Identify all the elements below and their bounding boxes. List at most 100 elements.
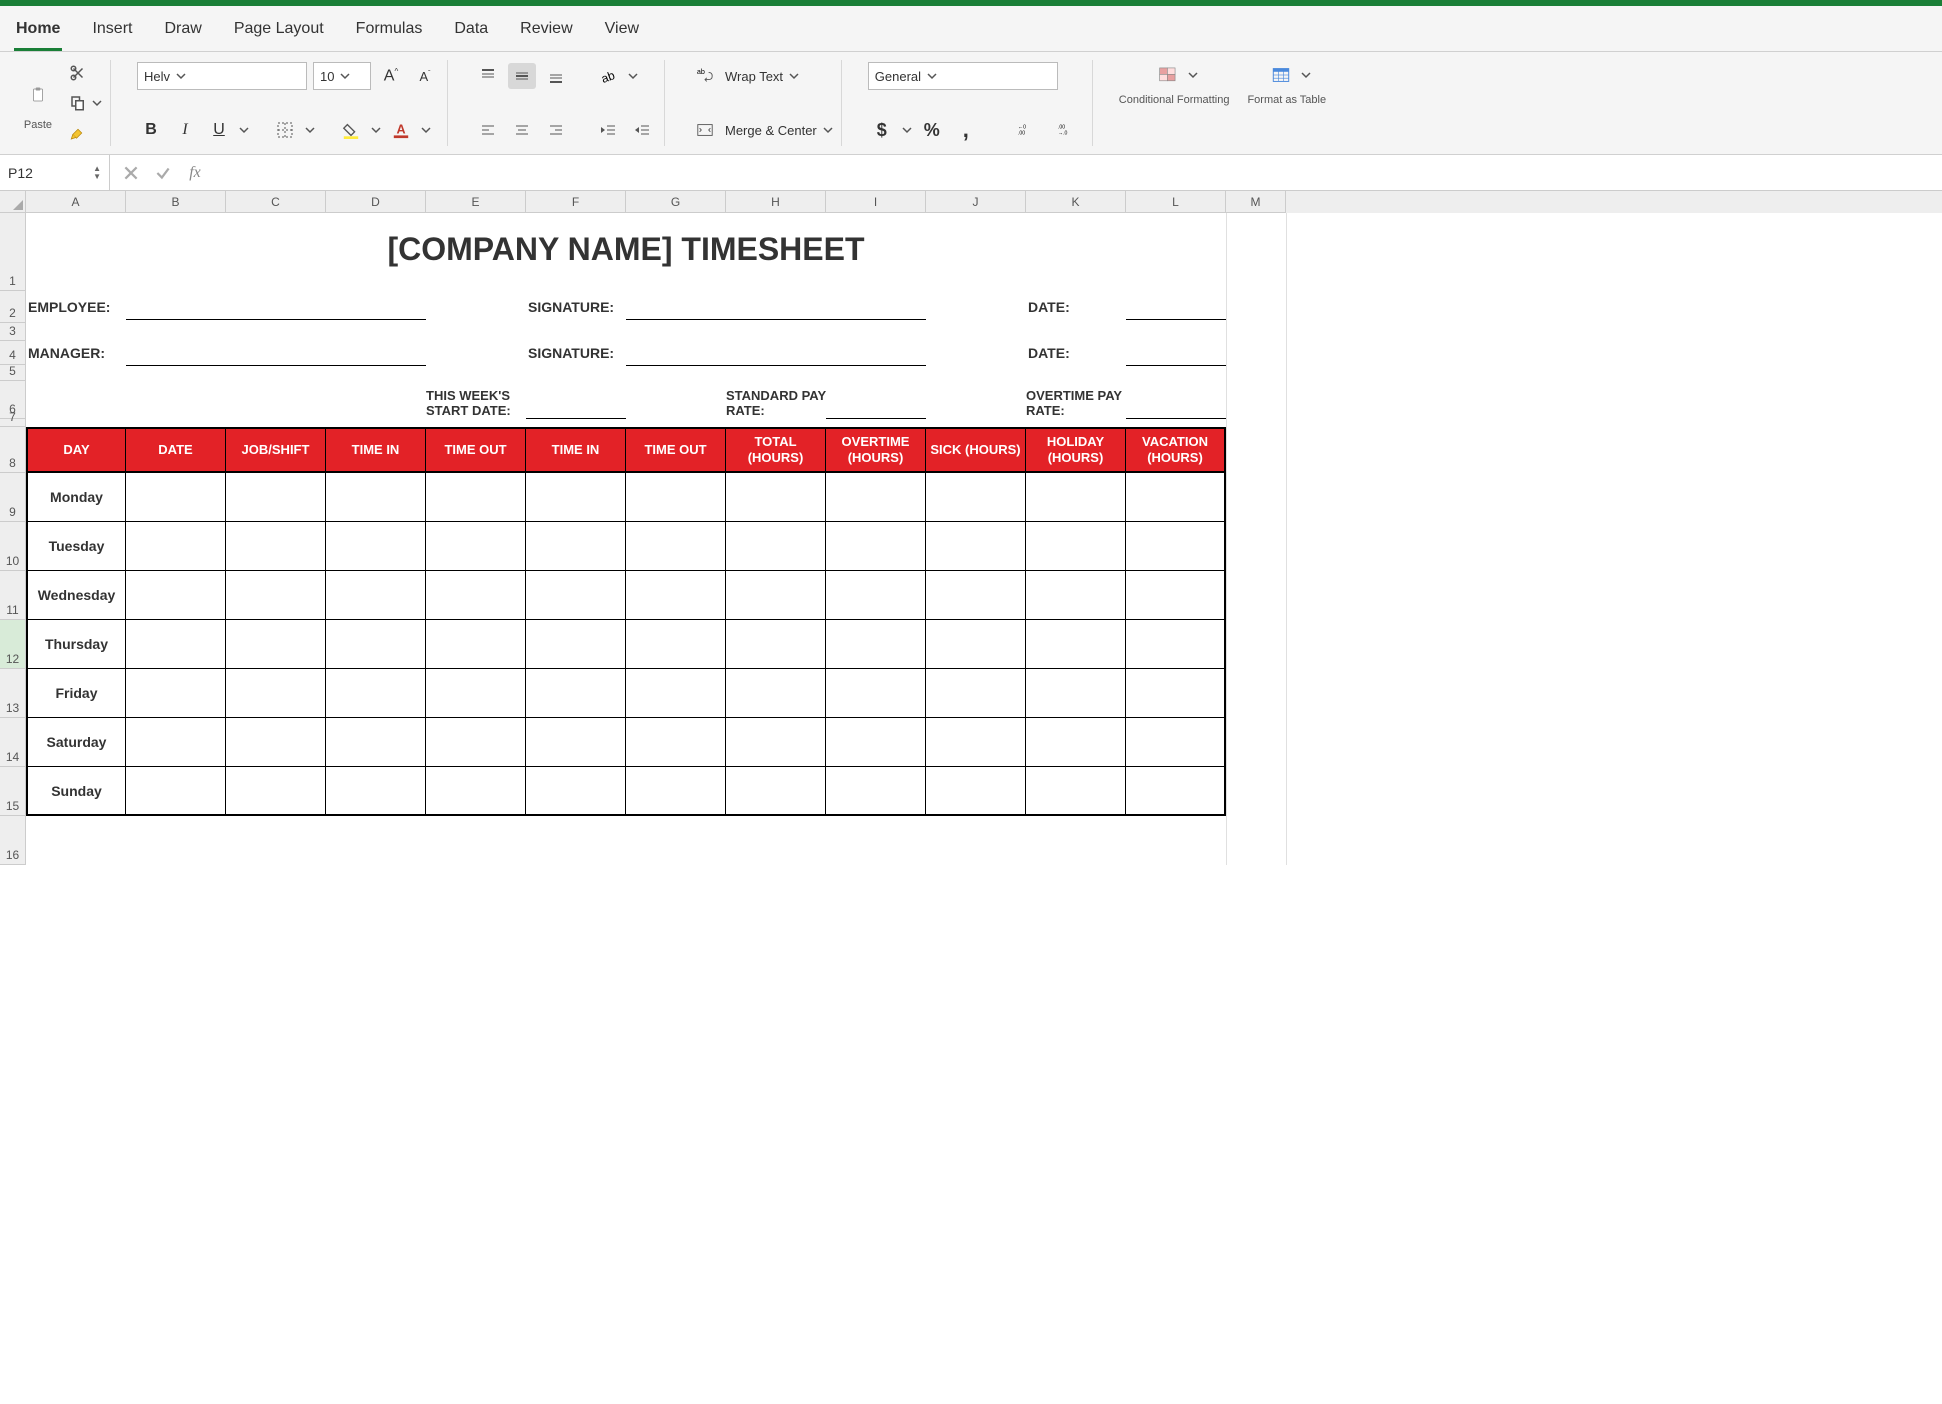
data-cell[interactable]	[1026, 473, 1126, 522]
accept-formula-button[interactable]	[152, 160, 174, 186]
fill-color-button[interactable]	[337, 117, 365, 143]
data-cell[interactable]	[226, 669, 326, 718]
mgr-signature-field[interactable]	[626, 340, 926, 366]
day-cell[interactable]: Tuesday	[26, 522, 126, 571]
sheet-body[interactable]: [COMPANY NAME] TIMESHEET EMPLOYEE: SIGNA…	[26, 213, 1942, 865]
row-header[interactable]: 7	[0, 419, 26, 427]
col-header[interactable]: H	[726, 191, 826, 213]
data-cell[interactable]	[326, 522, 426, 571]
col-header[interactable]: J	[926, 191, 1026, 213]
data-cell[interactable]	[1026, 718, 1126, 767]
data-cell[interactable]	[926, 767, 1026, 816]
increase-decimal-button[interactable]: ←0.00	[1010, 117, 1044, 143]
col-header[interactable]: K	[1026, 191, 1126, 213]
align-middle-button[interactable]	[508, 63, 536, 89]
orientation-button[interactable]: ab	[594, 63, 622, 89]
data-cell[interactable]	[926, 571, 1026, 620]
day-cell[interactable]: Sunday	[26, 767, 126, 816]
data-cell[interactable]	[226, 767, 326, 816]
conditional-formatting-button[interactable]	[1150, 60, 1186, 90]
data-cell[interactable]	[426, 669, 526, 718]
mgr-date-field[interactable]	[1126, 340, 1226, 366]
chevron-down-icon[interactable]	[823, 123, 833, 138]
data-cell[interactable]	[526, 522, 626, 571]
font-color-button[interactable]: A	[387, 117, 415, 143]
data-cell[interactable]	[626, 620, 726, 669]
data-cell[interactable]	[626, 767, 726, 816]
stepper-down-icon[interactable]: ▼	[93, 173, 101, 181]
col-header[interactable]: M	[1226, 191, 1286, 213]
data-cell[interactable]	[326, 669, 426, 718]
col-header[interactable]: G	[626, 191, 726, 213]
tab-view[interactable]: View	[603, 14, 641, 51]
chevron-down-icon[interactable]	[1188, 68, 1198, 83]
data-cell[interactable]	[126, 718, 226, 767]
data-cell[interactable]	[826, 473, 926, 522]
data-cell[interactable]	[526, 571, 626, 620]
chevron-down-icon[interactable]	[902, 123, 912, 138]
col-header[interactable]: C	[226, 191, 326, 213]
col-header[interactable]: I	[826, 191, 926, 213]
align-top-button[interactable]	[474, 63, 502, 89]
data-cell[interactable]	[326, 767, 426, 816]
data-cell[interactable]	[226, 620, 326, 669]
name-box-stepper[interactable]: ▲ ▼	[93, 165, 101, 181]
chevron-down-icon[interactable]	[92, 96, 102, 111]
chevron-down-icon[interactable]	[1301, 68, 1311, 83]
row-header[interactable]: 10	[0, 522, 26, 571]
comma-button[interactable]: ,	[952, 117, 980, 143]
data-cell[interactable]	[726, 473, 826, 522]
week-start-field[interactable]	[526, 393, 626, 419]
currency-button[interactable]: $	[868, 117, 896, 143]
data-cell[interactable]	[826, 767, 926, 816]
data-cell[interactable]	[826, 620, 926, 669]
tab-formulas[interactable]: Formulas	[354, 14, 425, 51]
format-as-table-button[interactable]	[1263, 60, 1299, 90]
data-cell[interactable]	[426, 522, 526, 571]
data-cell[interactable]	[1126, 571, 1226, 620]
day-cell[interactable]: Wednesday	[26, 571, 126, 620]
data-cell[interactable]	[626, 669, 726, 718]
data-cell[interactable]	[926, 473, 1026, 522]
chevron-down-icon[interactable]	[305, 123, 315, 138]
row-header[interactable]: 13	[0, 669, 26, 718]
data-cell[interactable]	[1026, 571, 1126, 620]
data-cell[interactable]	[1126, 473, 1226, 522]
data-cell[interactable]	[526, 669, 626, 718]
percent-button[interactable]: %	[918, 117, 946, 143]
data-cell[interactable]	[726, 522, 826, 571]
data-cell[interactable]	[1026, 669, 1126, 718]
data-cell[interactable]	[1126, 718, 1226, 767]
data-cell[interactable]	[926, 522, 1026, 571]
employee-field[interactable]	[126, 294, 426, 320]
format-painter-button[interactable]	[64, 120, 92, 146]
increase-indent-button[interactable]	[628, 117, 656, 143]
data-cell[interactable]	[226, 718, 326, 767]
data-cell[interactable]	[1126, 767, 1226, 816]
data-cell[interactable]	[526, 718, 626, 767]
underline-button[interactable]: U	[205, 117, 233, 143]
data-cell[interactable]	[626, 473, 726, 522]
tab-home[interactable]: Home	[14, 14, 62, 51]
data-cell[interactable]	[526, 620, 626, 669]
data-cell[interactable]	[1026, 767, 1126, 816]
paste-button[interactable]	[18, 75, 58, 115]
data-cell[interactable]	[426, 767, 526, 816]
fx-button[interactable]: fx	[184, 160, 206, 186]
data-cell[interactable]	[1126, 620, 1226, 669]
data-cell[interactable]	[226, 473, 326, 522]
data-cell[interactable]	[426, 620, 526, 669]
bold-button[interactable]: B	[137, 117, 165, 143]
chevron-down-icon[interactable]	[239, 123, 249, 138]
day-cell[interactable]: Monday	[26, 473, 126, 522]
chevron-down-icon[interactable]	[371, 123, 381, 138]
data-cell[interactable]	[126, 571, 226, 620]
data-cell[interactable]	[226, 522, 326, 571]
copy-button[interactable]	[64, 90, 92, 116]
row-header[interactable]: 4	[0, 341, 26, 365]
data-cell[interactable]	[326, 620, 426, 669]
ot-pay-field[interactable]	[1126, 393, 1226, 419]
tab-draw[interactable]: Draw	[162, 14, 203, 51]
day-cell[interactable]: Saturday	[26, 718, 126, 767]
date-field[interactable]	[1126, 294, 1226, 320]
